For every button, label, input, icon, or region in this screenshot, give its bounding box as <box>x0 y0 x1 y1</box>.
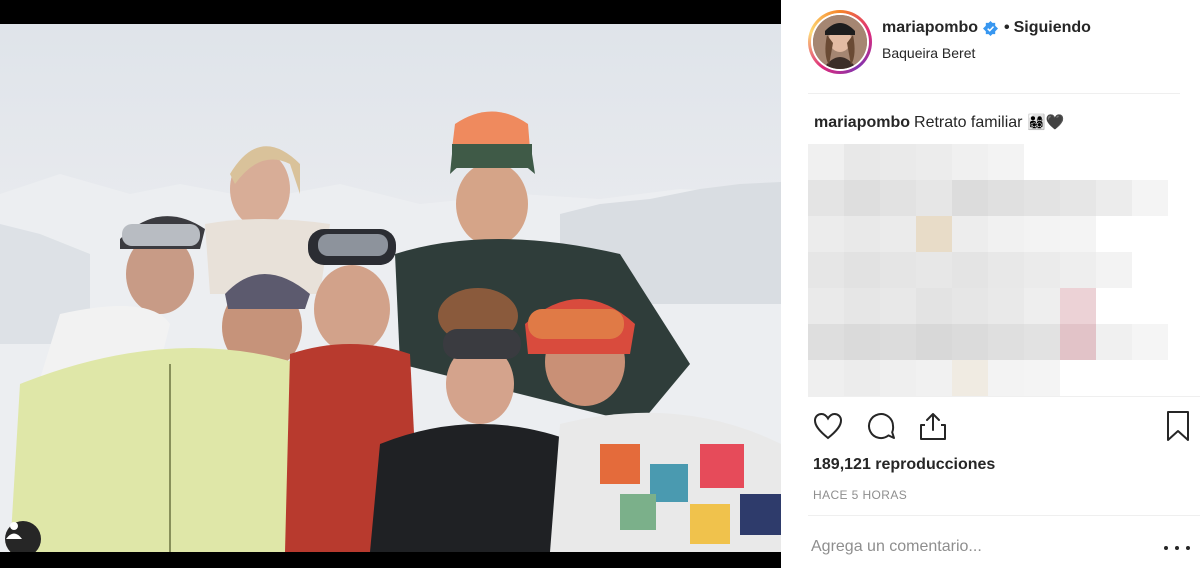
more-options-button[interactable] <box>1164 541 1190 555</box>
post-timestamp[interactable]: HACE 5 HORAS <box>813 488 907 502</box>
location-link[interactable]: Baqueira Beret <box>882 45 975 61</box>
avatar[interactable] <box>808 10 872 74</box>
action-bar <box>781 405 1200 449</box>
post-caption: mariapombo Retrato familiar 👨‍👩‍👧‍👦🖤 <box>814 113 1064 132</box>
more-options-icon <box>1164 546 1168 550</box>
user-tag-button[interactable] <box>5 521 41 552</box>
like-button[interactable] <box>811 409 845 443</box>
bookmark-icon <box>1167 411 1189 441</box>
user-tag-icon <box>6 522 22 539</box>
save-button[interactable] <box>1161 409 1195 443</box>
separator-dot: • <box>1004 19 1010 36</box>
share-icon <box>920 413 946 440</box>
post-photo[interactable] <box>0 24 781 552</box>
post-header: mariapombo • Siguiendo Baqueira Beret <box>781 0 1200 84</box>
blurred-comments <box>808 144 1168 396</box>
group-photo-illustration <box>0 111 781 552</box>
share-button[interactable] <box>916 409 950 443</box>
divider <box>808 515 1200 516</box>
view-count[interactable]: 189,121 reproducciones <box>813 456 995 474</box>
post-side-panel: mariapombo • Siguiendo Baqueira Beret ma… <box>781 0 1200 568</box>
instagram-post-view: mariapombo • Siguiendo Baqueira Beret ma… <box>0 0 1200 568</box>
following-button[interactable]: Siguiendo <box>1014 19 1091 37</box>
caption-emoji: 👨‍👩‍👧‍👦🖤 <box>1026 113 1065 131</box>
divider <box>808 93 1180 94</box>
comment-input[interactable] <box>811 533 1131 561</box>
heart-icon <box>813 412 843 440</box>
caption-username[interactable]: mariapombo <box>814 114 910 131</box>
caption-text: Retrato familiar <box>914 114 1023 131</box>
comment-button[interactable] <box>864 409 898 443</box>
divider <box>808 396 1200 397</box>
avatar-image <box>813 15 867 69</box>
post-media <box>0 0 781 568</box>
comment-bubble-icon <box>868 413 895 440</box>
verified-badge-icon <box>983 20 999 36</box>
username-link[interactable]: mariapombo <box>882 19 978 37</box>
